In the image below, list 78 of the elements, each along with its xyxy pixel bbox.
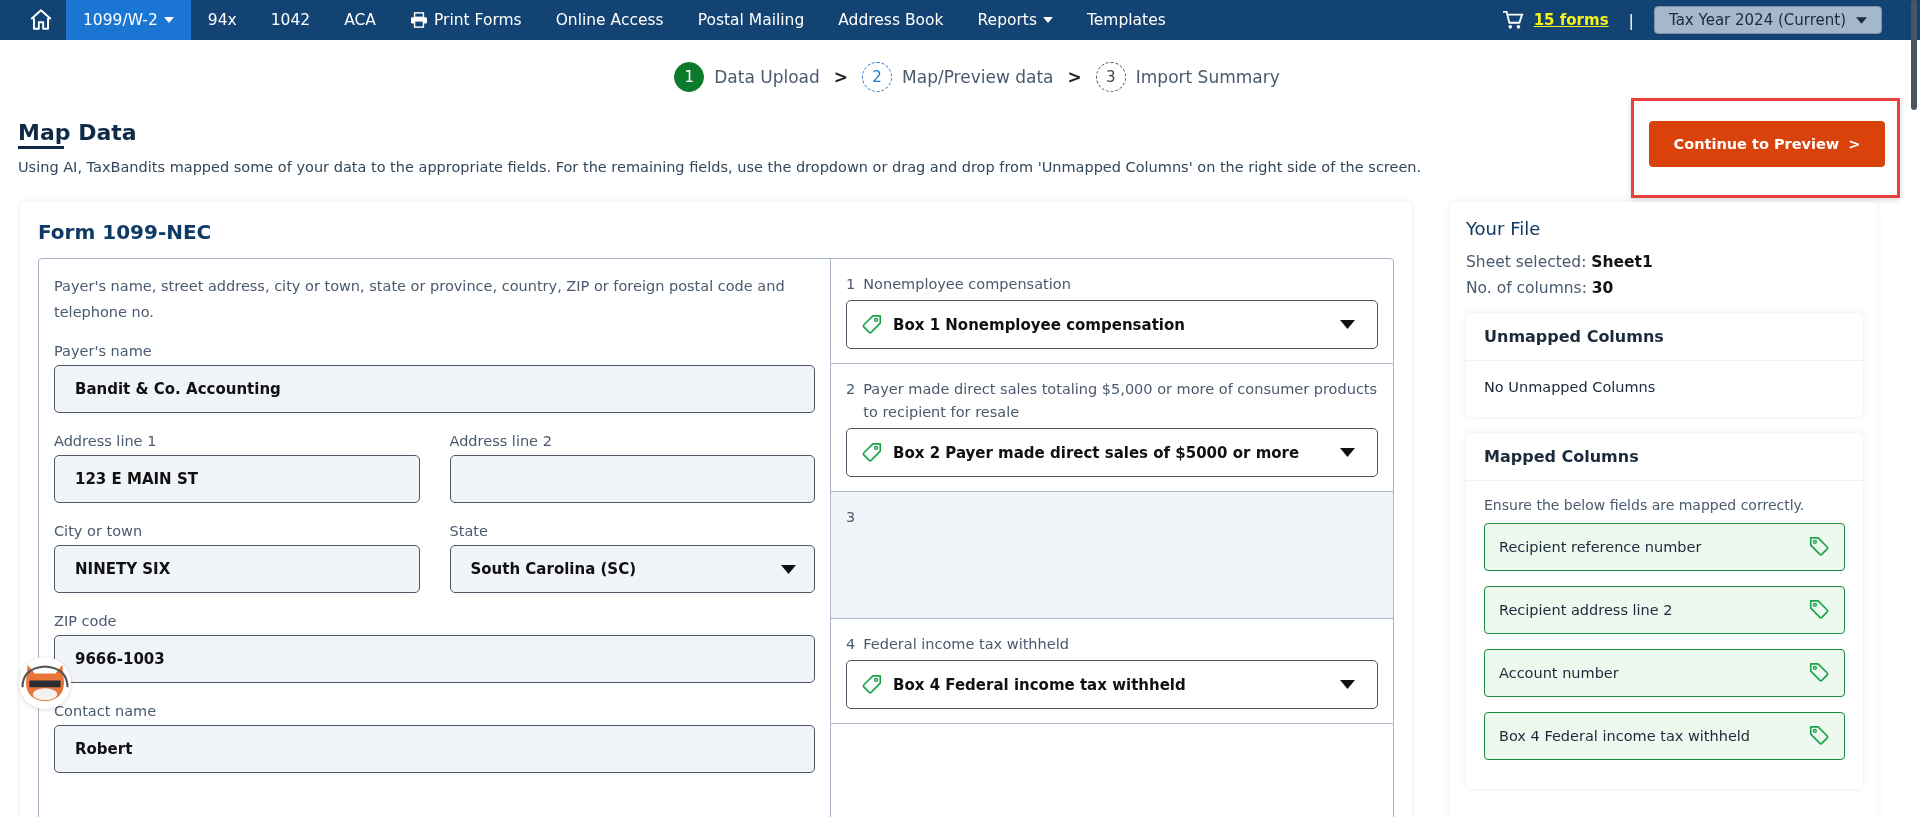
panel-title: Your File: [1466, 218, 1542, 239]
nav-tab[interactable]: 1099/W-2: [66, 0, 191, 40]
box-number: 2: [846, 380, 856, 399]
field-label: State: [449, 523, 489, 539]
nav-tab[interactable]: ACA: [327, 0, 393, 40]
box-number: 4: [846, 635, 856, 654]
step-chevron: >: [833, 67, 849, 87]
nav-tab[interactable]: Print Forms: [392, 0, 539, 40]
mapped-chip[interactable]: Box 4 Federal income tax withheld: [1484, 712, 1845, 760]
box-label: Federal income tax withheld: [863, 635, 1069, 654]
box-number: 1: [846, 275, 856, 294]
separator: |: [1628, 10, 1634, 30]
mapping-dropdown[interactable]: Box 1 Nonemployee compensation: [846, 300, 1378, 349]
mapped-chip[interactable]: Account number: [1484, 649, 1845, 697]
tag-icon: [1808, 536, 1830, 558]
meta-value: Sheet1: [1591, 253, 1653, 271]
box-label: Payer made direct sales totaling $5,000 or more of consumer products to recipient for resale: [863, 380, 1378, 422]
field-label: Address line 1: [54, 433, 158, 449]
field-label: Address line 2: [449, 433, 553, 449]
caret-icon: [1856, 16, 1867, 24]
select-field[interactable]: South Carolina (SC): [449, 545, 815, 593]
nav-tab[interactable]: Templates: [1070, 0, 1183, 40]
cart-icon[interactable]: [1501, 10, 1524, 30]
input-field[interactable]: Robert: [54, 725, 815, 773]
step-label: Map/Preview data: [902, 67, 1054, 87]
payer-description: Payer's name, street address, city or town, state or province, country, ZIP or foreign postal code and telephone no.: [54, 277, 786, 322]
nav-tab[interactable]: Address Book: [821, 0, 961, 40]
step-label: Data Upload: [714, 67, 820, 87]
input-field[interactable]: 9666-1003: [54, 635, 815, 683]
nav-tab[interactable]: 1042: [253, 0, 328, 40]
caret-icon: [163, 17, 174, 23]
nav-tab[interactable]: Reports: [960, 0, 1070, 40]
mapping-dropdown[interactable]: Box 4 Federal income tax withheld: [846, 660, 1378, 709]
home-icon[interactable]: [28, 7, 54, 33]
nav-tab[interactable]: Postal Mailing: [680, 0, 822, 40]
caret-icon: [1340, 680, 1355, 689]
empty-message: No Unmapped Columns: [1483, 378, 1657, 397]
mapped-chip[interactable]: Recipient reference number: [1484, 523, 1845, 571]
tag-icon: [861, 673, 883, 696]
caret-icon: [1043, 17, 1053, 23]
mapped-chip[interactable]: Recipient address line 2: [1484, 586, 1845, 634]
scrollbar-thumb[interactable]: [1911, 0, 1917, 110]
mapping-dropdown[interactable]: Box 2 Payer made direct sales of $5000 or more: [846, 428, 1378, 477]
meta-value: 30: [1591, 279, 1614, 297]
box-number: 3: [846, 508, 856, 527]
tag-icon: [1808, 662, 1830, 684]
input-field[interactable]: Bandit & Co. Accounting: [54, 365, 815, 413]
caret-icon: [781, 564, 796, 574]
box-label: Nonemployee compensation: [863, 275, 1071, 294]
meta-label: Sheet selected:: [1466, 253, 1587, 271]
cart-link[interactable]: 15 forms: [1533, 11, 1609, 29]
input-field[interactable]: NINETY SIX: [54, 545, 420, 593]
field-label: City or town: [54, 523, 144, 539]
form-title: Form 1099-NEC: [38, 220, 213, 244]
meta-label: No. of columns:: [1466, 279, 1587, 297]
caret-icon: [1340, 448, 1355, 457]
nav-tab[interactable]: 94x: [190, 0, 254, 40]
step-chevron: >: [1067, 67, 1082, 87]
mapped-note: Ensure the below fields are mapped correctly.: [1484, 497, 1806, 513]
tag-icon: [861, 441, 883, 464]
caret-icon: [1340, 320, 1355, 329]
tag-icon: [1808, 725, 1830, 747]
page-description: Using AI, TaxBandits mapped some of your data to the appropriate fields. For the remaining fields, use the dropdown or drag and drop from 'Unmapped Columns' on the right side of the screen.: [18, 159, 1423, 175]
step-label: Import Summary: [1135, 67, 1280, 87]
step-number: 1: [674, 62, 705, 92]
field-label: Contact name: [54, 703, 158, 719]
card-title: Mapped Columns: [1466, 433, 1863, 481]
field-label: ZIP code: [54, 613, 118, 629]
tag-icon: [861, 313, 883, 336]
input-field[interactable]: [449, 455, 815, 503]
field-label: Payer's name: [54, 343, 153, 359]
card-title: Unmapped Columns: [1466, 313, 1863, 361]
tag-icon: [1808, 599, 1830, 621]
printer-icon: [409, 12, 428, 28]
continue-button[interactable]: Continue to Preview >: [1649, 121, 1885, 167]
nav-tab[interactable]: Online Access: [538, 0, 681, 40]
tax-year-dropdown[interactable]: Tax Year 2024 (Current): [1653, 6, 1882, 34]
input-field[interactable]: 123 E MAIN ST: [54, 455, 420, 503]
